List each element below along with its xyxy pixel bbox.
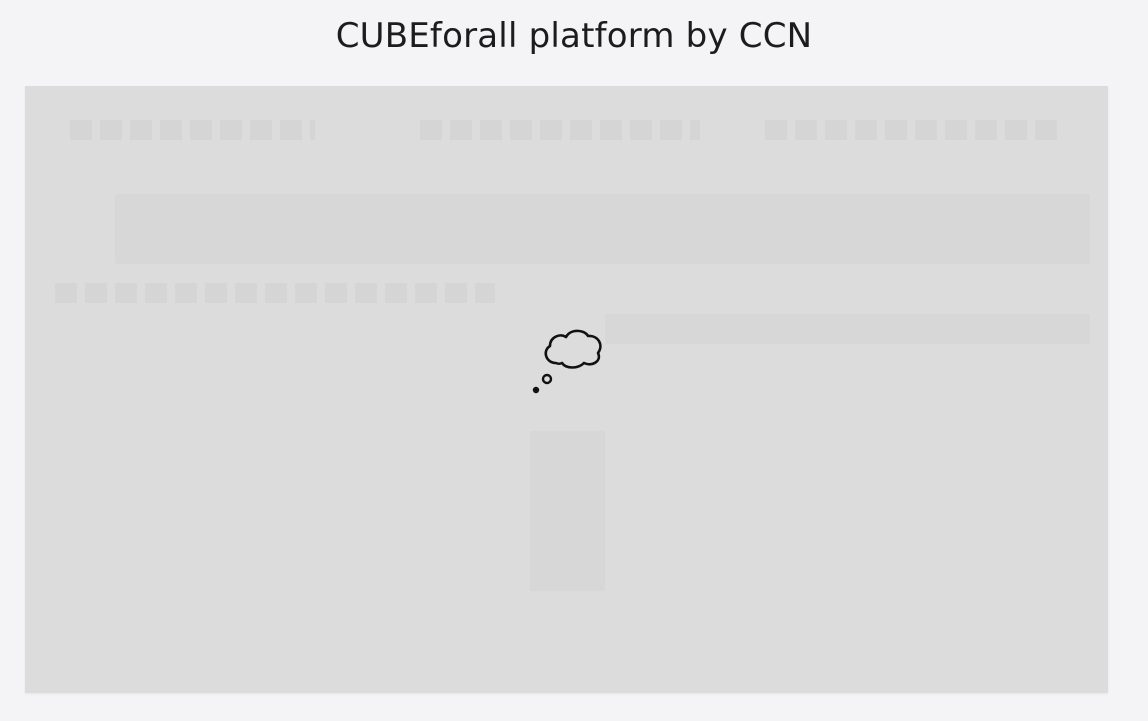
page-title: CUBEforall platform by CCN bbox=[335, 16, 813, 56]
thought-bubble-icon bbox=[532, 329, 602, 394]
ghost-row-mid bbox=[55, 283, 495, 303]
content-viewer[interactable] bbox=[25, 86, 1108, 693]
ghost-row-top-left bbox=[70, 120, 315, 140]
page: CUBEforall platform by CCN bbox=[0, 0, 1148, 721]
ghost-row-top-middle bbox=[420, 120, 700, 140]
ghost-block-right bbox=[605, 314, 1090, 344]
ghost-band bbox=[115, 194, 1090, 264]
ghost-row-top-right bbox=[765, 120, 1065, 140]
ghost-block-center bbox=[530, 431, 605, 591]
